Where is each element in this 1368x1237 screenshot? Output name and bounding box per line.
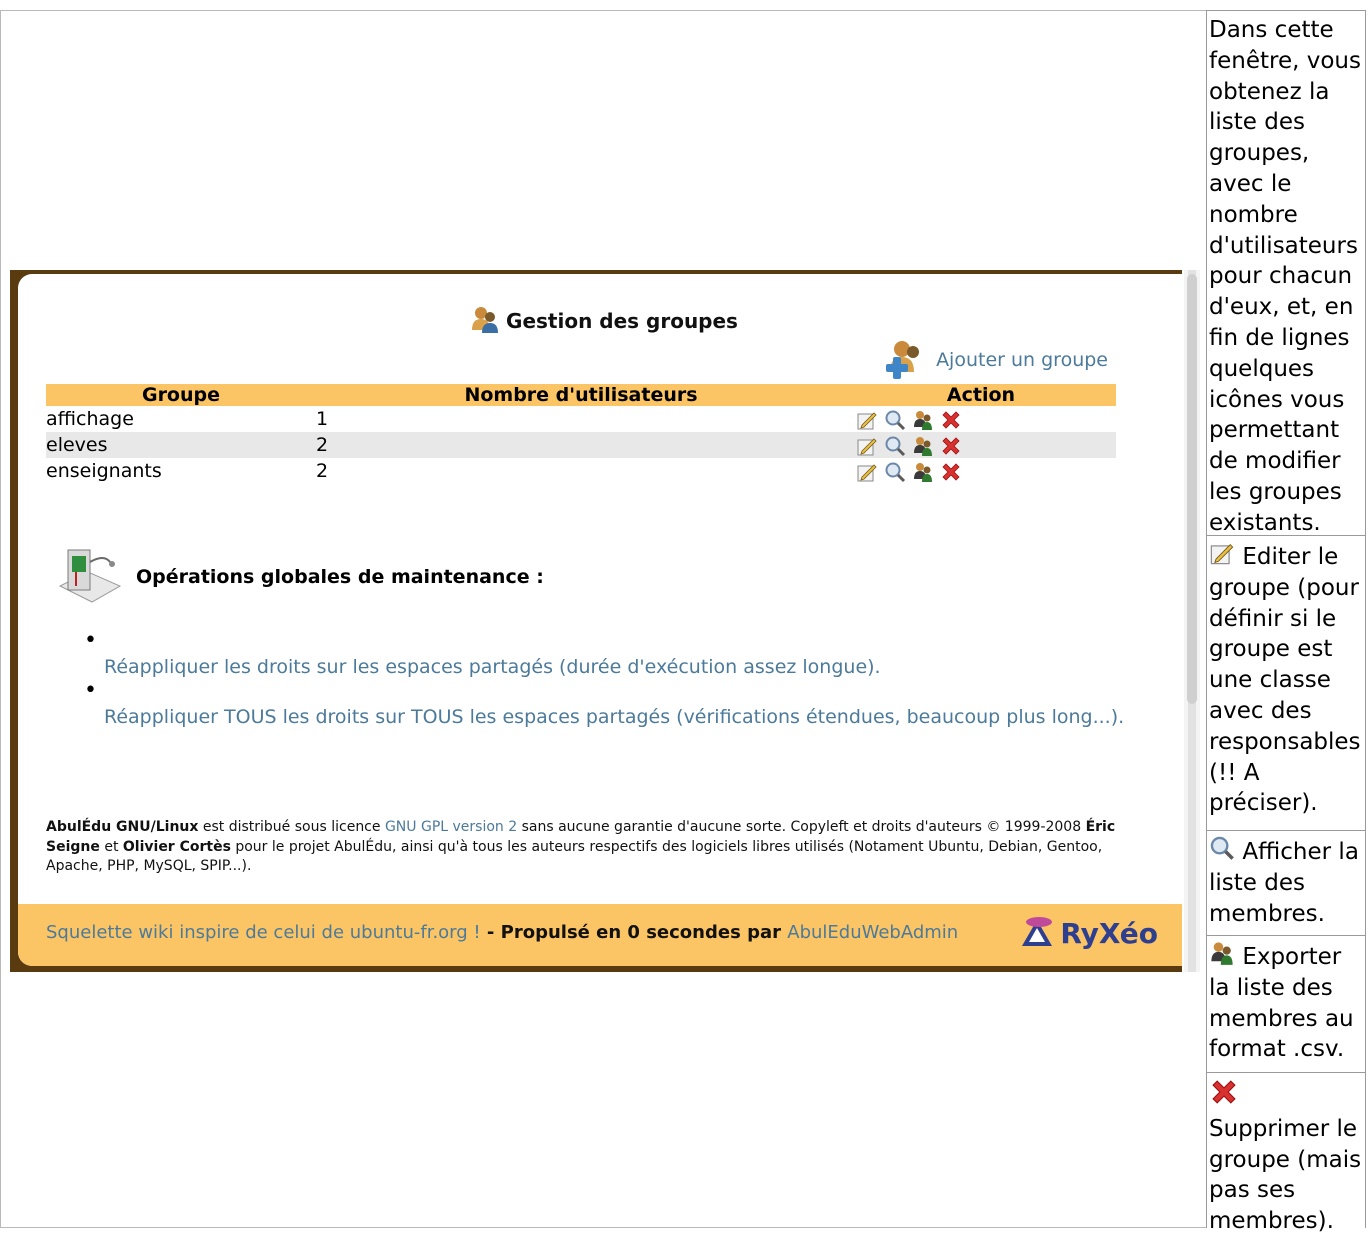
groups-table: Groupe Nombre d'utilisateurs Action affi… (46, 384, 1116, 484)
list-item: Réappliquer TOUS les droits sur TOUS les… (74, 678, 1124, 728)
description-cell-view: Afficher la liste des membres. (1206, 830, 1366, 936)
edit-icon[interactable] (856, 461, 878, 483)
ryxeo-logo-icon (1022, 917, 1053, 946)
edit-description: Editer le groupe (pour définir si le gro… (1209, 544, 1361, 817)
add-group-link[interactable]: Ajouter un groupe (882, 338, 1108, 382)
row-actions (846, 458, 1116, 484)
description-column: Dans cette fenêtre, vous obtenez la list… (1206, 10, 1368, 1234)
add-group-icon (886, 341, 920, 379)
magnifier-icon[interactable] (884, 435, 906, 457)
edit-icon[interactable] (856, 435, 878, 457)
description-cell-intro: Dans cette fenêtre, vous obtenez la list… (1206, 10, 1366, 536)
reapply-rights-link[interactable]: Réappliquer les droits sur les espaces p… (74, 656, 1124, 678)
maintenance-list: Réappliquer les droits sur les espaces p… (74, 628, 1124, 728)
description-cell-edit: Editer le groupe (pour définir si le gro… (1206, 535, 1366, 831)
export-members-icon (1211, 942, 1233, 965)
delete-description: Supprimer le groupe (mais pas ses membre… (1209, 1115, 1362, 1235)
scrollbar[interactable] (1184, 270, 1200, 972)
list-item: Réappliquer les droits sur les espaces p… (74, 628, 1124, 678)
table-header-row: Groupe Nombre d'utilisateurs Action (46, 384, 1116, 406)
page-title-text: Gestion des groupes (506, 309, 738, 333)
scrollbar-thumb[interactable] (1187, 274, 1197, 704)
row-actions (846, 432, 1116, 458)
edit-icon (1210, 544, 1234, 565)
user-count: 1 (316, 408, 329, 430)
magnifier-icon[interactable] (884, 409, 906, 431)
footer-bar: Squelette wiki inspire de celui de ubunt… (18, 904, 1182, 966)
export-members-icon[interactable] (912, 461, 934, 483)
logo-text: RyXéo (1060, 916, 1158, 950)
maintenance-section: Opérations globales de maintenance : (54, 542, 544, 612)
legal-text: est distribué sous licence (198, 819, 385, 835)
add-group-label: Ajouter un groupe (936, 349, 1108, 371)
footer-text: Squelette wiki inspire de celui de ubunt… (46, 922, 958, 943)
group-name: affichage (46, 408, 134, 430)
description-cell-export: Exporter la liste des membres au format … (1206, 935, 1366, 1073)
table-row: eleves 2 (46, 432, 1116, 458)
legal-text: et (99, 838, 123, 855)
page-title: Gestion des groupes (18, 304, 1182, 334)
group-name: enseignants (46, 460, 162, 482)
screenshot-frame: Gestion des groupes Ajouter un groupe Gr… (10, 270, 1182, 972)
description-cell-delete: Supprimer le groupe (mais pas ses membre… (1206, 1072, 1366, 1234)
delete-cross-icon[interactable] (940, 409, 962, 431)
user-count: 2 (316, 432, 846, 458)
magnifier-icon (1210, 836, 1234, 860)
maintenance-icon (58, 549, 122, 603)
product-name: AbulÉdu GNU/Linux (46, 819, 199, 835)
export-members-icon[interactable] (912, 409, 934, 431)
skeleton-credit-link[interactable]: Squelette wiki inspire de celui de ubunt… (46, 922, 481, 943)
reapply-all-rights-link[interactable]: Réappliquer TOUS les droits sur TOUS les… (74, 706, 1124, 728)
edit-icon[interactable] (856, 409, 878, 431)
column-header-groupe: Groupe (46, 384, 316, 406)
page: Gestion des groupes Ajouter un groupe Gr… (0, 0, 1368, 1234)
app-window: Gestion des groupes Ajouter un groupe Gr… (18, 274, 1182, 966)
group-name: eleves (46, 432, 316, 458)
legal-notice: AbulÉdu GNU/Linux est distribué sous lic… (46, 818, 1146, 877)
intro-text: Dans cette fenêtre, vous obtenez la list… (1209, 17, 1361, 536)
delete-cross-icon (1212, 1080, 1236, 1104)
column-header-nombre: Nombre d'utilisateurs (316, 384, 846, 406)
row-actions (846, 406, 1116, 432)
table-row: enseignants 2 (46, 458, 1116, 484)
group-icon (472, 307, 499, 333)
export-members-icon[interactable] (912, 435, 934, 457)
delete-cross-icon[interactable] (940, 461, 962, 483)
author-name: Olivier Cortès (122, 838, 231, 855)
webadmin-link[interactable]: AbulEduWebAdmin (787, 922, 958, 943)
column-header-action: Action (846, 384, 1116, 406)
table-row: affichage 1 (46, 406, 1116, 432)
legal-text: sans aucune garantie d'aucune sorte. Cop… (517, 819, 1086, 835)
user-count: 2 (316, 460, 329, 482)
license-link[interactable]: GNU GPL version 2 (385, 819, 517, 835)
footer-powered-text: - Propulsé en 0 secondes par (480, 922, 788, 943)
ryxeo-logo[interactable]: RyXéo (1018, 916, 1158, 950)
maintenance-title: Opérations globales de maintenance : (136, 566, 544, 588)
delete-cross-icon[interactable] (940, 435, 962, 457)
magnifier-icon[interactable] (884, 461, 906, 483)
